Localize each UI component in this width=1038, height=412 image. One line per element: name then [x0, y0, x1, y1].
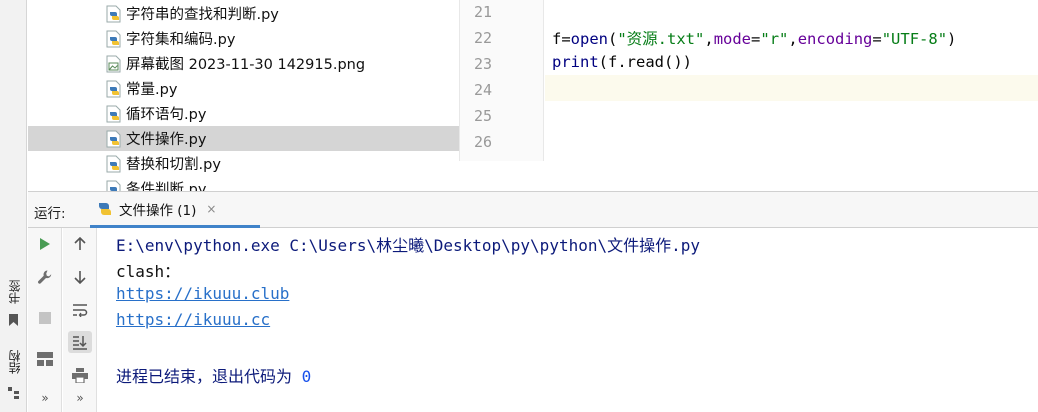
python-file-icon — [106, 180, 121, 191]
code-editor[interactable]: 21 22 23 24 25 26 f=open("资源.txt",mode="… — [459, 0, 1038, 161]
run-toolbar-primary: » — [28, 228, 62, 412]
console-output-line: clash： — [116, 262, 181, 281]
more-icon[interactable]: » — [68, 387, 92, 409]
more-icon[interactable]: » — [33, 387, 57, 409]
tree-item-label: 屏幕截图 2023-11-30 142915.png — [126, 57, 366, 73]
play-icon — [40, 238, 50, 250]
rerun-button[interactable] — [33, 233, 57, 255]
settings-button[interactable] — [33, 266, 57, 288]
soft-wrap-icon — [73, 304, 88, 317]
tree-item[interactable]: 字符串的查找和判断.py — [28, 1, 459, 26]
line-number: 21 — [473, 3, 492, 21]
tree-item[interactable]: 替换和切割.py — [28, 151, 459, 176]
project-tree: 字符串的查找和判断.py 字符集和编码.py 屏幕截图 2023-11-30 1… — [28, 0, 459, 191]
run-tab-title: 文件操作 (1) — [119, 202, 197, 219]
code-line-open: f=open("资源.txt",mode="r",encoding="UTF-8… — [552, 30, 957, 48]
python-file-icon — [106, 105, 121, 122]
python-file-icon — [106, 5, 121, 22]
layout-icon — [37, 352, 53, 366]
tree-item[interactable]: 循环语句.py — [28, 101, 459, 126]
tree-item-label: 文件操作.py — [126, 132, 207, 148]
tree-item[interactable]: 常量.py — [28, 76, 459, 101]
structure-icon[interactable] — [8, 387, 19, 399]
stop-button[interactable] — [33, 307, 57, 329]
run-toolbar-secondary: » — [63, 228, 97, 412]
console-link[interactable]: https://ikuuu.club — [116, 284, 289, 303]
arrow-down-icon — [74, 271, 86, 284]
structure-tab-label[interactable]: 结构 — [6, 350, 23, 374]
layout-button[interactable] — [33, 348, 57, 370]
soft-wrap-button[interactable] — [68, 299, 92, 321]
run-tool-window-header: 运行: 文件操作 (1) × — [28, 191, 1038, 228]
image-file-icon — [106, 55, 121, 72]
python-file-icon — [106, 80, 121, 97]
run-console[interactable]: E:\env\python.exe C:\Users\林尘曦\Desktop\p… — [98, 228, 1038, 412]
printer-icon — [72, 367, 88, 383]
python-file-icon — [106, 30, 121, 47]
line-number: 23 — [473, 55, 492, 73]
print-button[interactable] — [68, 364, 92, 386]
tree-item-label: 条件判断.py — [126, 182, 207, 191]
line-number: 25 — [473, 107, 492, 125]
scroll-to-end-button[interactable] — [68, 331, 92, 353]
scroll-down-button[interactable] — [68, 266, 92, 288]
arrow-up-icon — [74, 237, 86, 250]
tree-item-label: 字符串的查找和判断.py — [126, 7, 279, 23]
console-command-line: E:\env\python.exe C:\Users\林尘曦\Desktop\p… — [116, 236, 701, 255]
python-icon — [99, 202, 111, 215]
run-label: 运行: — [34, 206, 66, 222]
tree-item[interactable]: 屏幕截图 2023-11-30 142915.png — [28, 51, 459, 76]
code-line-print: print(f.read()) — [552, 53, 692, 71]
tree-item[interactable]: 条件判断.py — [28, 176, 459, 191]
line-number: 24 — [473, 81, 492, 99]
bookmarks-tab-label[interactable]: 书签 — [6, 280, 23, 304]
wrench-icon — [38, 270, 52, 284]
console-link[interactable]: https://ikuuu.cc — [116, 310, 270, 329]
scroll-to-end-icon — [73, 335, 87, 350]
left-tool-strip: 书签 结构 — [0, 0, 27, 412]
stop-icon — [39, 312, 51, 324]
tree-item-selected[interactable]: 文件操作.py — [28, 126, 459, 151]
tree-item[interactable]: 字符集和编码.py — [28, 26, 459, 51]
console-exit-line: 进程已结束，退出代码为 0 — [116, 367, 312, 386]
run-tab[interactable]: 文件操作 (1) × — [90, 192, 260, 228]
line-number: 22 — [473, 29, 492, 47]
current-line-highlight — [545, 75, 1038, 101]
python-file-icon — [106, 130, 121, 147]
tree-item-label: 替换和切割.py — [126, 157, 221, 173]
scroll-up-button[interactable] — [68, 233, 92, 255]
line-number: 26 — [473, 133, 492, 151]
python-file-icon — [106, 155, 121, 172]
tree-item-label: 字符集和编码.py — [126, 32, 236, 48]
tree-item-label: 循环语句.py — [126, 107, 207, 123]
close-tab-icon[interactable]: × — [206, 202, 216, 216]
tree-item-label: 常量.py — [126, 82, 178, 98]
line-number-gutter: 21 22 23 24 25 26 — [460, 0, 544, 161]
bookmark-icon[interactable] — [8, 314, 19, 326]
exit-code: 0 — [301, 367, 312, 386]
